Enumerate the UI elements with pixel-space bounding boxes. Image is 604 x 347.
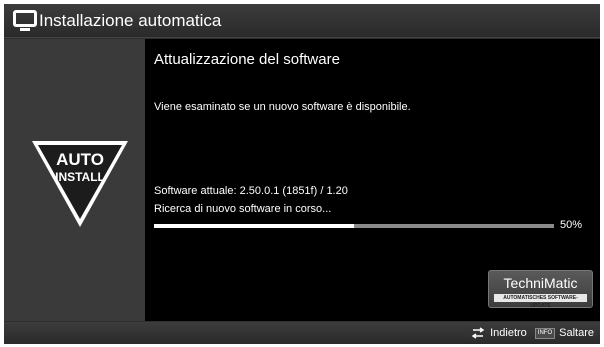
page-title: Attualizzazione del software [154, 51, 340, 68]
logo-tagline: AUTOMATISCHES SOFTWARE-UPDATE [494, 294, 587, 309]
back-button[interactable]: Indietro [490, 327, 527, 339]
current-software-text: Software attuale: 2.50.0.1 (1851f) / 1.2… [154, 185, 348, 197]
main-content: Attualizzazione del software Viene esami… [145, 39, 600, 321]
window-title: Installazione automatica [39, 10, 222, 30]
back-arrows-icon [470, 327, 486, 339]
description-text: Viene esaminato se un nuovo software è d… [154, 101, 411, 113]
logo-brand: TechniMatic [503, 275, 578, 291]
tv-icon [13, 9, 37, 32]
title-bar: Installazione automatica [4, 4, 600, 38]
technimatic-logo: TechniMatic AUTOMATISCHES SOFTWARE-UPDAT… [488, 270, 593, 309]
auto-install-icon: AUTO INSTALL [30, 139, 130, 229]
info-key-icon: INFO [534, 327, 556, 339]
progress-fill [154, 224, 354, 228]
progress-percent: 50% [560, 219, 583, 231]
progress-bar [154, 224, 554, 228]
footer-bar: Indietro INFO Saltare [4, 322, 600, 344]
sidebar: AUTO INSTALL [4, 39, 145, 321]
skip-button[interactable]: Saltare [559, 327, 594, 339]
osd-frame: Installazione automatica AUTO INSTALL At… [4, 4, 600, 344]
status-text: Ricerca di nuovo software in corso... [154, 203, 332, 215]
badge-line1: AUTO [56, 150, 104, 169]
badge-line2: INSTALL [55, 170, 105, 184]
tv-screen: Installazione automatica AUTO INSTALL At… [0, 0, 604, 347]
